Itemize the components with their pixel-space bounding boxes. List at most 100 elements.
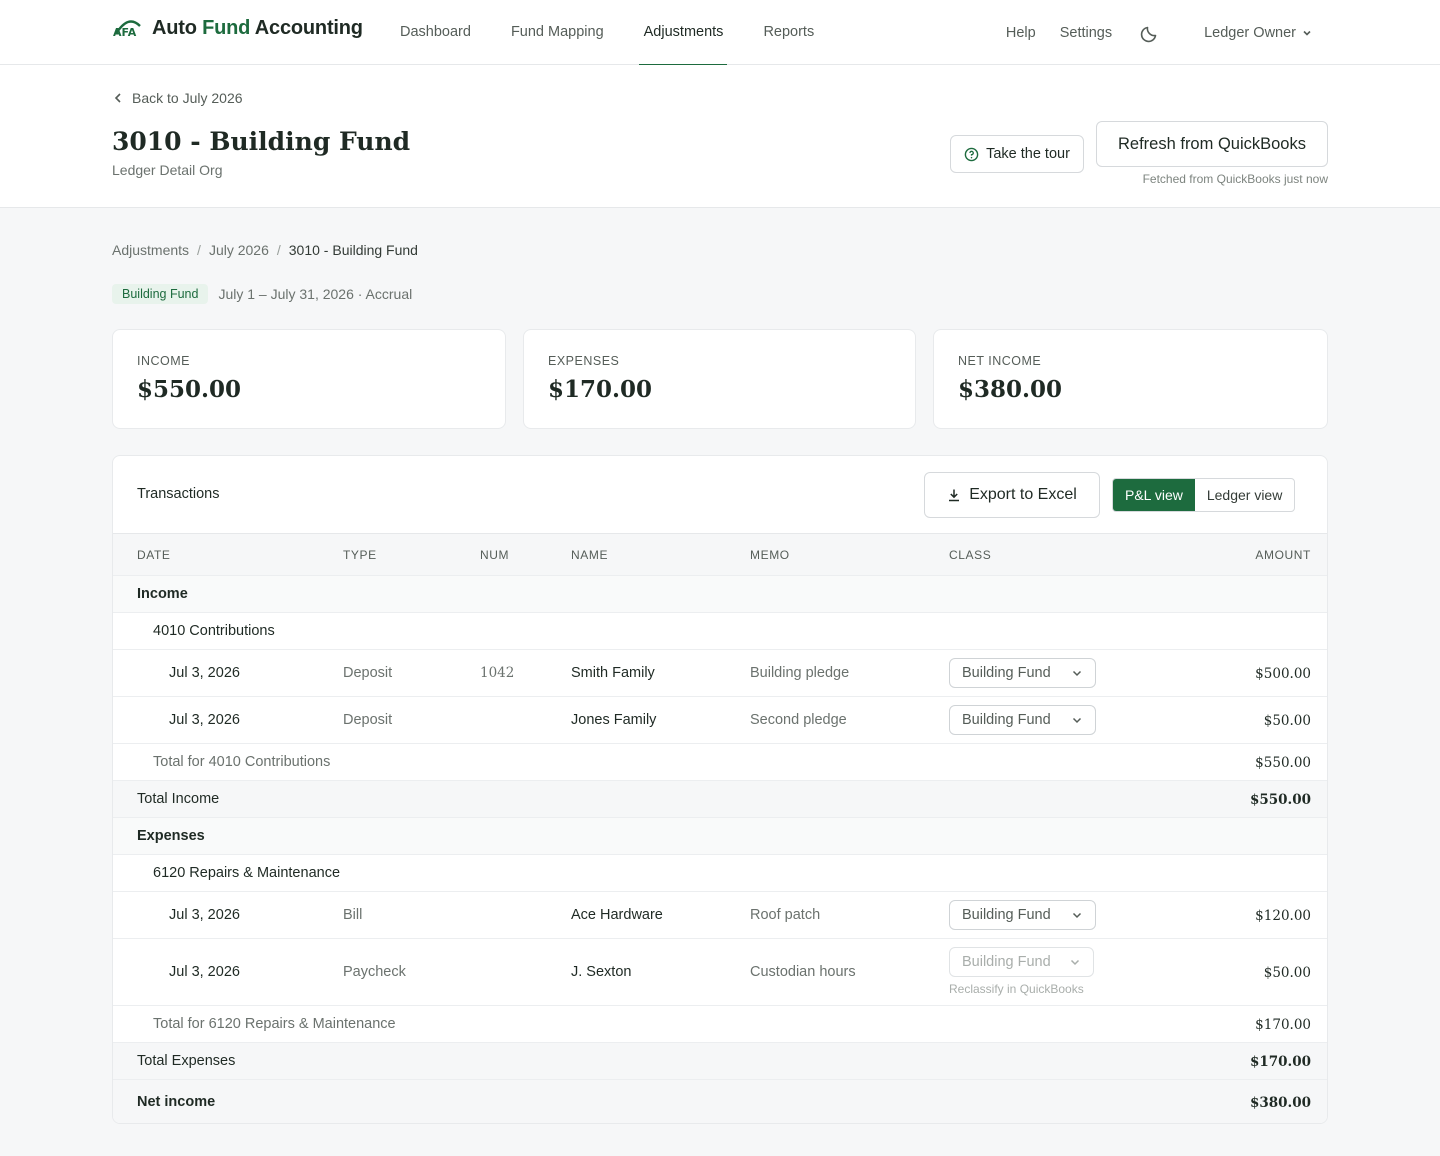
column-num[interactable]: NUM xyxy=(480,548,509,562)
period-text: July 1 – July 31, 2026 · Accrual xyxy=(218,286,413,302)
account-total-row: Total for 4010 Contributions $550.00 xyxy=(113,744,1327,781)
nav-fund-mapping[interactable]: Fund Mapping xyxy=(511,0,604,65)
breadcrumb-month[interactable]: July 2026 xyxy=(209,242,269,258)
nav-dashboard[interactable]: Dashboard xyxy=(400,0,471,65)
class-select-value: Building Fund xyxy=(962,907,1051,923)
account-total-label: Total for 6120 Repairs & Maintenance xyxy=(153,1016,396,1032)
class-select[interactable]: Building Fund xyxy=(949,705,1096,735)
top-nav: AFA Auto Fund Accounting Dashboard Fund … xyxy=(0,0,1440,66)
transactions-toolbar: Transactions Export to Excel P&L view Le… xyxy=(113,456,1327,534)
user-menu[interactable]: Ledger Owner xyxy=(1204,25,1312,41)
account-total-amount: $170.00 xyxy=(1255,1017,1311,1033)
net-income-card-label: NET INCOME xyxy=(958,354,1042,368)
fund-meta: Building Fund July 1 – July 31, 2026 · A… xyxy=(112,284,412,304)
refresh-quickbooks-button[interactable]: Refresh from QuickBooks xyxy=(1096,121,1328,167)
dark-mode-moon-icon[interactable] xyxy=(1140,23,1160,43)
class-select[interactable]: Building Fund xyxy=(949,658,1096,688)
logo-mark-icon: AFA xyxy=(113,20,141,39)
logo-mark-text: AFA xyxy=(113,26,137,39)
table-row[interactable]: Jul 3, 2026 Bill Ace Hardware Roof patch… xyxy=(113,892,1327,939)
nav-adjustments[interactable]: Adjustments xyxy=(638,0,728,66)
account-total-amount: $550.00 xyxy=(1255,755,1311,771)
account-label: 6120 Repairs & Maintenance xyxy=(153,865,341,881)
take-tour-label: Take the tour xyxy=(986,146,1070,162)
fetched-status: Fetched from QuickBooks just now xyxy=(1142,172,1328,186)
expenses-card-label: EXPENSES xyxy=(548,354,620,368)
nav-right: Help Settings Ledger Owner xyxy=(1006,0,1312,65)
table-row[interactable]: Jul 3, 2026 Deposit 1042 Smith Family Bu… xyxy=(113,650,1327,697)
nav-reports[interactable]: Reports xyxy=(763,0,814,65)
download-icon xyxy=(949,489,960,502)
export-excel-label: Export to Excel xyxy=(969,486,1077,503)
chevron-down-icon xyxy=(1072,717,1082,724)
txn-name: Smith Family xyxy=(571,665,655,681)
txn-type: Bill xyxy=(343,907,363,923)
txn-memo: Custodian hours xyxy=(750,964,856,980)
net-income-card: NET INCOME $380.00 xyxy=(933,329,1328,429)
total-expenses-row: Total Expenses $170.00 xyxy=(113,1043,1327,1080)
nav-settings[interactable]: Settings xyxy=(1060,25,1112,41)
breadcrumb-separator: / xyxy=(197,242,201,258)
table-header: DATE TYPE NUM NAME MEMO CLASS AMOUNT xyxy=(113,534,1327,576)
main-nav: Dashboard Fund Mapping Adjustments Repor… xyxy=(400,0,814,66)
account-row: 6120 Repairs & Maintenance xyxy=(113,855,1327,892)
income-card-label: INCOME xyxy=(137,354,190,368)
txn-date: Jul 3, 2026 xyxy=(169,907,240,923)
total-expenses-label: Total Expenses xyxy=(137,1053,236,1069)
brand-logo[interactable]: AFA Auto Fund Accounting xyxy=(112,16,363,40)
class-select-value: Building Fund xyxy=(962,665,1051,681)
table-row[interactable]: Jul 3, 2026 Deposit Jones Family Second … xyxy=(113,697,1327,744)
txn-date: Jul 3, 2026 xyxy=(169,665,240,681)
txn-memo: Roof patch xyxy=(750,907,821,923)
txn-memo: Second pledge xyxy=(750,712,847,728)
page-header: Back to July 2026 3010 - Building Fund L… xyxy=(0,65,1440,208)
class-select-value: Building Fund xyxy=(962,712,1051,728)
total-income-amount: $550.00 xyxy=(1249,792,1311,808)
brand-name: Auto Fund Accounting xyxy=(152,16,363,39)
txn-amount: $50.00 xyxy=(1263,713,1311,729)
breadcrumb: Adjustments / July 2026 / 3010 - Buildin… xyxy=(112,242,418,258)
column-name[interactable]: NAME xyxy=(571,548,608,562)
column-memo[interactable]: MEMO xyxy=(750,548,790,562)
fund-badge: Building Fund xyxy=(112,284,209,304)
column-date[interactable]: DATE xyxy=(137,548,171,562)
total-expenses-amount: $170.00 xyxy=(1249,1054,1311,1070)
nav-help[interactable]: Help xyxy=(1006,25,1036,41)
transactions-panel: Transactions Export to Excel P&L view Le… xyxy=(112,455,1328,1124)
txn-amount: $50.00 xyxy=(1263,965,1311,981)
take-tour-button[interactable]: Take the tour xyxy=(950,135,1084,173)
back-link[interactable]: Back to July 2026 xyxy=(112,90,243,106)
txn-name: Ace Hardware xyxy=(571,907,663,923)
total-income-row: Total Income $550.00 xyxy=(113,781,1327,818)
page-subtitle: Ledger Detail Org xyxy=(112,162,223,178)
txn-amount: $120.00 xyxy=(1255,908,1311,924)
total-income-label: Total Income xyxy=(137,791,220,807)
txn-num: 1042 xyxy=(480,665,515,681)
help-circle-icon xyxy=(964,147,979,161)
page-title: 3010 - Building Fund xyxy=(112,127,411,156)
chevron-down-icon xyxy=(1303,30,1311,36)
income-card-value: $550.00 xyxy=(137,376,242,403)
section-row-income: Income xyxy=(113,576,1327,613)
view-toggle: P&L view Ledger view xyxy=(1112,478,1296,512)
net-income-label: Net income xyxy=(137,1094,216,1110)
net-income-card-value: $380.00 xyxy=(958,376,1063,403)
export-excel-button[interactable]: Export to Excel xyxy=(924,472,1100,518)
user-name: Ledger Owner xyxy=(1204,24,1296,41)
breadcrumb-adjustments[interactable]: Adjustments xyxy=(112,242,189,258)
breadcrumb-separator: / xyxy=(276,242,281,258)
chevron-down-icon xyxy=(1072,912,1082,919)
class-select-disabled: Building Fund xyxy=(949,947,1094,977)
column-type[interactable]: TYPE xyxy=(343,548,377,562)
table-row[interactable]: Jul 3, 2026 Paycheck J. Sexton Custodian… xyxy=(113,939,1327,1006)
class-select[interactable]: Building Fund xyxy=(949,900,1096,930)
ledger-view-button[interactable]: Ledger view xyxy=(1195,479,1294,511)
column-class[interactable]: CLASS xyxy=(949,548,991,562)
txn-name: Jones Family xyxy=(571,712,657,728)
class-select-value: Building Fund xyxy=(962,954,1051,970)
column-amount[interactable]: AMOUNT xyxy=(1255,548,1311,562)
section-label: Expenses xyxy=(137,828,205,844)
back-link-label: Back to July 2026 xyxy=(132,90,243,106)
section-label: Income xyxy=(137,586,188,602)
pl-view-button[interactable]: P&L view xyxy=(1113,479,1195,511)
